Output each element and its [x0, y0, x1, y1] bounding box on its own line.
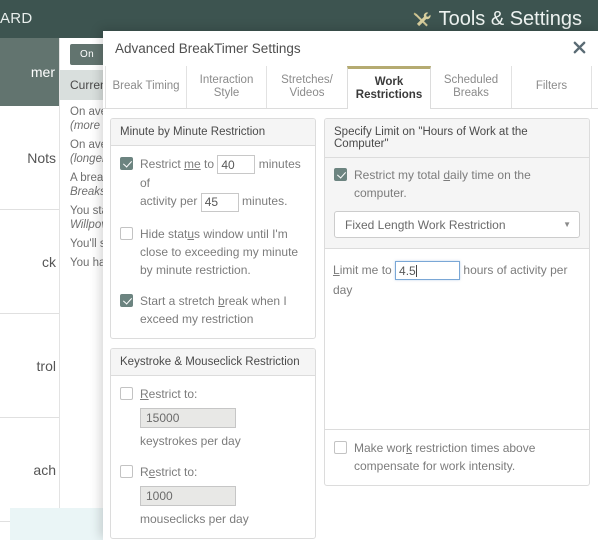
mouseclick-label-post: strict to:	[155, 464, 198, 479]
mouseclick-restrict-row: Restrict to: 1000 mouseclicks per day	[120, 463, 305, 528]
tab-stretches-videos[interactable]: Stretches/ Videos	[266, 66, 348, 108]
compensate-checkbox[interactable]	[334, 441, 347, 454]
hours-panel-top: Restrict my total daily time on the comp…	[325, 158, 589, 249]
hammer-wrench-icon	[413, 11, 431, 26]
minute-panel-body: Restrict me to minutes of activity per m…	[111, 146, 315, 338]
bg-line-2-main: A breal	[70, 172, 106, 184]
restrict-me-checkbox[interactable]	[120, 157, 133, 170]
chevron-down-icon: ▼	[563, 220, 571, 229]
keystrokes-unit-label: keystrokes per day	[140, 433, 241, 448]
hide-status-text: Hide status window until I'm close to ex…	[140, 225, 305, 279]
limit-me-row: Limit me to 4.5 hours of activity per da…	[333, 260, 580, 300]
mouseclicks-unit-label: mouseclicks per day	[140, 511, 249, 526]
restrict-me-pre: Restrict	[140, 157, 185, 171]
work-restriction-mode-value: Fixed Length Work Restriction	[345, 217, 506, 232]
tab-scheduled-breaks[interactable]: Scheduled Breaks	[430, 66, 512, 108]
keystroke-panel-heading: Keystroke & Mouseclick Restriction	[111, 348, 315, 376]
keystrokes-per-day-input[interactable]: 15000	[140, 407, 236, 428]
keystroke-label-underline: R	[140, 386, 149, 401]
mouseclicks-per-day-input[interactable]: 1000	[140, 485, 236, 506]
hours-panel-heading: Specify Limit on "Hours of Work at the C…	[325, 119, 589, 158]
tab-work-restrictions[interactable]: Work Restrictions	[347, 66, 431, 109]
dialog-body: Minute by Minute Restriction Restrict me…	[103, 109, 598, 540]
dialog-header: Advanced BreakTimer Settings	[103, 31, 598, 66]
compensate-row: Make work restriction times above compen…	[334, 439, 580, 475]
keystroke-restrict-checkbox[interactable]	[120, 386, 133, 400]
keystroke-mouseclick-panel: Keystroke & Mouseclick Restriction Restr…	[110, 347, 316, 539]
restrict-me-text: Restrict me to minutes of activity per m…	[140, 155, 305, 212]
work-restriction-mode-select[interactable]: Fixed Length Work Restriction ▼	[334, 211, 580, 238]
compensate-text: Make work restriction times above compen…	[354, 439, 580, 475]
tab-interaction-style[interactable]: Interaction Style	[186, 66, 267, 108]
stretch-break-checkbox[interactable]	[120, 293, 133, 307]
rail-item-1[interactable]: ck	[0, 210, 59, 314]
tab-bar: Break Timing Interaction Style Stretches…	[103, 66, 598, 109]
restrict-me-row: Restrict me to minutes of activity per m…	[120, 155, 305, 212]
limit-hours-input[interactable]: 4.5	[395, 261, 461, 281]
rail-item-2[interactable]: trol	[0, 314, 59, 418]
advanced-settings-dialog: Advanced BreakTimer Settings Break Timin…	[103, 31, 598, 540]
limit-hours-value: 4.5	[399, 263, 416, 278]
hours-panel-footer: Make work restriction times above compen…	[325, 429, 589, 485]
hide-status-pre: Hide stat	[140, 226, 188, 241]
left-column: Minute by Minute Restriction Restrict me…	[110, 118, 316, 540]
tools-and-settings-button[interactable]: Tools & Settings	[412, 8, 582, 31]
hide-status-checkbox[interactable]	[120, 226, 133, 240]
limit-me-pre: imit me to	[339, 263, 392, 277]
restrict-me-underline: me	[184, 157, 201, 171]
bottom-accent-strip	[10, 508, 116, 540]
mouseclick-restrict-text: Restrict to: 1000 mouseclicks per day	[140, 463, 305, 528]
bg-line-5-main: You ha	[70, 257, 106, 269]
keystroke-restrict-row: Restrict to: 15000 keystrokes per day	[120, 385, 305, 450]
stretch-break-row: Start a stretch break when I exceed my r…	[120, 292, 305, 328]
stretch-pre: Start a stretch	[140, 293, 219, 308]
tab-filters[interactable]: Filters	[511, 66, 592, 108]
minute-by-minute-panel: Minute by Minute Restriction Restrict me…	[110, 118, 316, 339]
restrict-daily-text: Restrict my total daily time on the comp…	[354, 166, 580, 202]
mouseclick-label-pre: R	[140, 464, 149, 479]
minutes-input[interactable]	[217, 155, 256, 175]
compensate-pre: Make wor	[354, 441, 407, 455]
restrict-daily-checkbox[interactable]	[334, 168, 347, 181]
on-toggle-button[interactable]: On	[70, 43, 105, 65]
close-icon[interactable]	[572, 40, 587, 55]
keystroke-restrict-text: Restrict to: 15000 keystrokes per day	[140, 385, 305, 450]
bg-line-1-main: On ave	[70, 139, 108, 151]
tools-and-settings-label: Tools & Settings	[438, 7, 582, 30]
keystroke-panel-body: Restrict to: 15000 keystrokes per day Re…	[111, 376, 315, 538]
hide-status-row: Hide status window until I'm close to ex…	[120, 225, 305, 279]
left-rail: mer Nots ck trol ach	[0, 38, 60, 540]
right-column: Specify Limit on "Hours of Work at the C…	[324, 118, 590, 540]
hours-panel-middle: Limit me to 4.5 hours of activity per da…	[325, 249, 589, 429]
rail-item-3[interactable]: ach	[0, 418, 59, 522]
mouseclick-restrict-checkbox[interactable]	[120, 464, 133, 478]
bg-line-0-main: On ave	[70, 106, 108, 118]
activity-per-label: activity per	[140, 194, 198, 209]
text-cursor	[415, 264, 417, 277]
rail-header: mer	[0, 38, 59, 106]
restrict-daily-row: Restrict my total daily time on the comp…	[334, 166, 580, 202]
minute-panel-heading: Minute by Minute Restriction	[111, 119, 315, 146]
stretch-break-text: Start a stretch break when I exceed my r…	[140, 292, 305, 328]
keystroke-label-post: estrict to:	[148, 386, 198, 401]
hours-of-work-panel: Specify Limit on "Hours of Work at the C…	[324, 118, 590, 486]
tab-break-timing[interactable]: Break Timing	[105, 66, 187, 108]
header-left-label: ARD	[0, 10, 33, 27]
rail-item-0[interactable]: Nots	[0, 106, 59, 210]
bg-line-4-main: You'll s	[70, 238, 106, 250]
restrict-me-post: to	[200, 157, 215, 171]
minutes-end-label: minutes.	[242, 194, 288, 209]
restrict-daily-pre: Restrict my total	[354, 168, 444, 182]
stretch-underline: b	[218, 293, 225, 308]
limit-me-underline: L	[333, 263, 340, 277]
per-minutes-input[interactable]	[200, 192, 239, 212]
dialog-title: Advanced BreakTimer Settings	[115, 41, 301, 56]
